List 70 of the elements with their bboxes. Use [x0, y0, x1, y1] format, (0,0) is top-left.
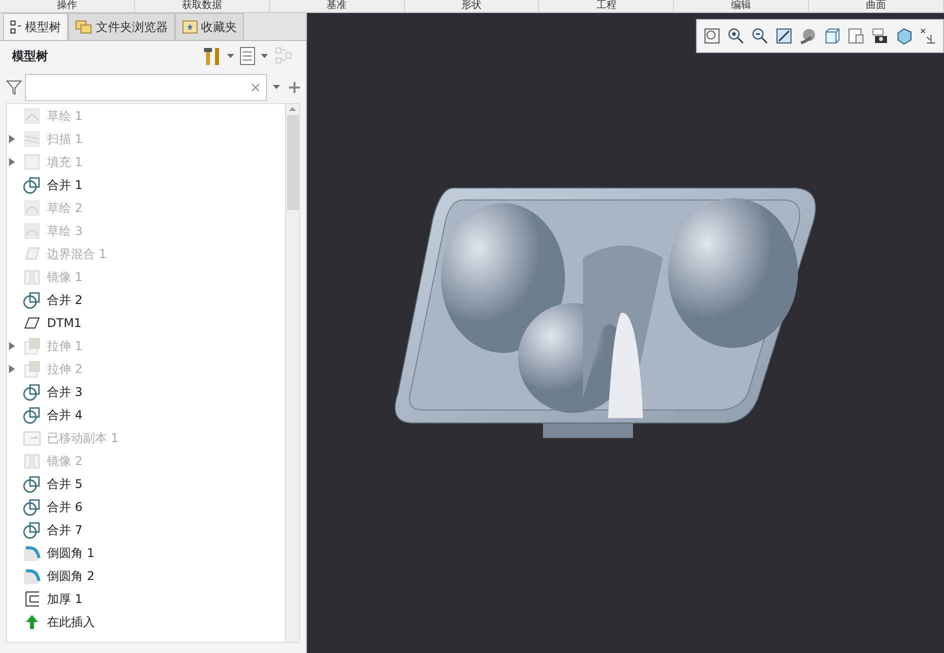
tree-item[interactable]: 合并 3: [47, 382, 82, 400]
extrude-icon: [23, 336, 41, 354]
view-list-icon[interactable]: [847, 27, 865, 45]
merge-icon: [23, 520, 41, 538]
tree-item[interactable]: 在此插入: [47, 612, 95, 630]
merge-icon: [23, 498, 41, 516]
dropdown-caret-icon[interactable]: [261, 54, 268, 58]
zoom-in-icon[interactable]: [727, 27, 745, 45]
datum-display-icon[interactable]: [919, 27, 937, 45]
panel-tab[interactable]: 模型树: [3, 13, 68, 40]
cube-icon[interactable]: [823, 27, 841, 45]
ribbon-group-label[interactable]: 编辑: [674, 0, 810, 12]
sketch-icon: [23, 198, 41, 216]
list-settings-icon[interactable]: [240, 47, 255, 65]
hidden-tree-icon: [274, 46, 294, 66]
tree-item[interactable]: 加厚 1: [47, 590, 82, 608]
thicken-icon: [23, 590, 41, 608]
zoom-out-icon[interactable]: [751, 27, 769, 45]
dropdown-caret-icon[interactable]: [227, 54, 234, 58]
mirror-icon: [23, 452, 41, 470]
insert-arrow-icon: [23, 612, 41, 630]
repaint-icon[interactable]: [775, 27, 793, 45]
fill-icon: [23, 152, 41, 170]
copy-icon: [23, 428, 41, 446]
ribbon-group-label[interactable]: 形状: [404, 0, 540, 12]
round-icon: [23, 544, 41, 562]
filter-icon[interactable]: [6, 79, 22, 95]
ribbon-group-label[interactable]: 基准: [270, 0, 405, 12]
panel-tab[interactable]: 文件夹浏览器: [68, 13, 175, 40]
favorites-icon: [182, 20, 198, 34]
tools-icon[interactable]: [203, 46, 221, 66]
tree-item[interactable]: 合并 1: [47, 176, 82, 194]
tree-item[interactable]: 合并 2: [47, 290, 82, 308]
scrollbar-thumb[interactable]: [286, 115, 298, 210]
sketch-icon: [23, 222, 41, 240]
surface-icon: [23, 244, 41, 262]
tree-item[interactable]: 合并 4: [47, 406, 82, 424]
ribbon-group-label[interactable]: 工程: [539, 0, 674, 12]
box-view-icon[interactable]: [895, 27, 913, 45]
tree-icon: [10, 20, 22, 34]
merge-icon: [23, 176, 41, 194]
ribbon-group-label[interactable]: 曲面: [809, 0, 944, 12]
ribbon-group-label[interactable]: 操作: [0, 0, 135, 12]
merge-icon: [23, 382, 41, 400]
extrude-icon: [23, 360, 41, 378]
tree-item[interactable]: 合并 5: [47, 474, 82, 492]
camera-icon[interactable]: [871, 27, 889, 45]
panel-title: 模型树: [12, 48, 48, 65]
sketch-icon: [23, 106, 41, 124]
clear-icon[interactable]: [251, 82, 260, 92]
tree-item[interactable]: 倒圆角 1: [47, 544, 94, 562]
dropdown-caret-icon[interactable]: [273, 85, 280, 89]
merge-icon: [23, 474, 41, 492]
folders-icon: [75, 20, 93, 34]
zoom-fit-icon[interactable]: [703, 27, 721, 45]
panel-tab[interactable]: 收藏夹: [175, 13, 244, 40]
tree-item[interactable]: 合并 7: [47, 520, 82, 538]
ribbon-group-label[interactable]: 获取数据: [134, 0, 270, 12]
round-icon: [23, 566, 41, 584]
add-icon[interactable]: [289, 82, 300, 92]
scrollbar[interactable]: [285, 104, 299, 642]
tree-item[interactable]: 倒圆角 2: [47, 566, 94, 584]
shading-icon[interactable]: [799, 27, 817, 45]
tree-item[interactable]: DTM1: [47, 314, 82, 332]
mirror-icon: [23, 268, 41, 286]
merge-icon: [23, 406, 41, 424]
search-field[interactable]: [25, 74, 267, 100]
merge-icon: [23, 290, 41, 308]
tree-item[interactable]: 合并 6: [47, 498, 82, 516]
sweep-icon: [23, 130, 41, 148]
